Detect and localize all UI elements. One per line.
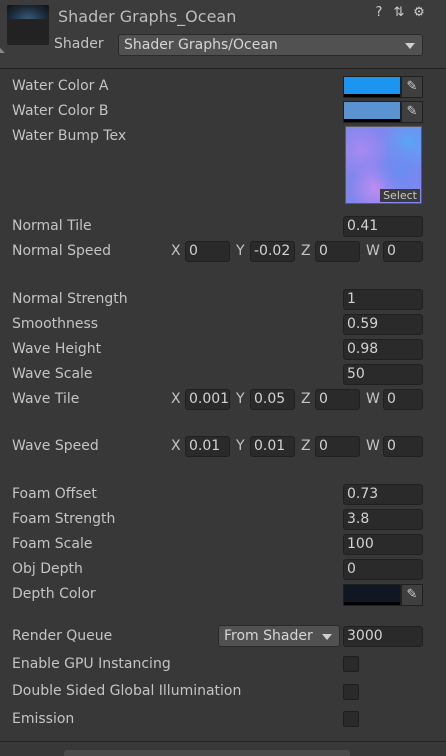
gpu-instancing-checkbox[interactable]: [343, 656, 359, 672]
foldout-arrow-icon[interactable]: [0, 48, 5, 53]
normal-tile-label: Normal Tile: [12, 218, 92, 234]
presets-icon[interactable]: ⇅: [392, 6, 406, 20]
normal-speed-label: Normal Speed: [12, 243, 111, 259]
wave-speed-w-field[interactable]: 0: [383, 436, 423, 457]
eyedropper-icon[interactable]: ✎: [401, 584, 423, 606]
shader-dropdown-value: Shader Graphs/Ocean: [124, 37, 278, 53]
water-color-a-label: Water Color A: [12, 78, 109, 94]
wave-tile-z-field[interactable]: 0: [315, 389, 360, 410]
wave-scale-field[interactable]: 50: [343, 364, 423, 385]
foam-scale-label: Foam Scale: [12, 536, 93, 552]
render-queue-mode: From Shader: [224, 628, 313, 644]
wave-tile-y-field[interactable]: 0.05: [250, 389, 295, 410]
emission-label: Emission: [12, 711, 75, 727]
obj-depth-field[interactable]: 0: [343, 559, 423, 580]
render-queue-dropdown[interactable]: From Shader: [218, 625, 340, 647]
bottom-divider: [0, 741, 446, 742]
wave-speed-y-field[interactable]: 0.01: [250, 436, 295, 457]
foam-scale-field[interactable]: 100: [343, 534, 423, 555]
texture-select-button[interactable]: Select: [380, 189, 420, 202]
x-axis-label: X: [171, 391, 181, 407]
x-axis-label: X: [171, 438, 181, 454]
smoothness-label: Smoothness: [12, 316, 99, 332]
chevron-down-icon: [405, 43, 415, 49]
double-sided-gi-label: Double Sided Global Illumination: [12, 683, 242, 699]
material-preview-thumbnail[interactable]: [7, 5, 49, 45]
material-title: Shader Graphs_Ocean: [58, 7, 237, 26]
water-color-a-swatch[interactable]: [343, 76, 401, 98]
foam-offset-label: Foam Offset: [12, 486, 97, 502]
depth-color-label: Depth Color: [12, 586, 96, 602]
wave-speed-z-field[interactable]: 0: [315, 436, 360, 457]
bottom-panel-tab[interactable]: [64, 750, 350, 756]
wave-speed-label: Wave Speed: [12, 438, 99, 454]
water-color-b-label: Water Color B: [12, 103, 109, 119]
foam-offset-field[interactable]: 0.73: [343, 484, 423, 505]
normal-speed-w-field[interactable]: 0: [383, 241, 423, 262]
wave-tile-x-field[interactable]: 0.001: [185, 389, 230, 410]
shader-label: Shader: [54, 36, 104, 52]
z-axis-label: Z: [301, 391, 311, 407]
eyedropper-icon[interactable]: ✎: [401, 76, 423, 98]
shader-dropdown[interactable]: Shader Graphs/Ocean: [118, 34, 423, 56]
y-axis-label: Y: [236, 438, 245, 454]
normal-speed-y-field[interactable]: -0.02: [250, 241, 295, 262]
wave-tile-w-field[interactable]: 0: [383, 389, 423, 410]
w-axis-label: W: [366, 391, 380, 407]
water-bump-texture-slot[interactable]: Select: [345, 126, 422, 204]
gear-icon[interactable]: ⚙: [412, 6, 426, 20]
normal-speed-z-field[interactable]: 0: [315, 241, 360, 262]
z-axis-label: Z: [301, 438, 311, 454]
normal-tile-field[interactable]: 0.41: [343, 216, 423, 237]
foam-strength-label: Foam Strength: [12, 511, 116, 527]
depth-color-swatch[interactable]: [343, 584, 401, 606]
water-color-b-swatch[interactable]: [343, 101, 401, 123]
normal-strength-field[interactable]: 1: [343, 289, 423, 310]
chevron-down-icon: [322, 634, 332, 640]
emission-checkbox[interactable]: [343, 711, 359, 727]
eyedropper-icon[interactable]: ✎: [401, 101, 423, 123]
normal-speed-x-field[interactable]: 0: [185, 241, 230, 262]
double-sided-gi-checkbox[interactable]: [343, 684, 359, 700]
gpu-instancing-label: Enable GPU Instancing: [12, 656, 171, 672]
x-axis-label: X: [171, 243, 181, 259]
header-divider: [0, 68, 446, 69]
y-axis-label: Y: [236, 243, 245, 259]
wave-tile-label: Wave Tile: [12, 391, 80, 407]
y-axis-label: Y: [236, 391, 245, 407]
wave-height-field[interactable]: 0.98: [343, 339, 423, 360]
obj-depth-label: Obj Depth: [12, 561, 83, 577]
water-bump-tex-label: Water Bump Tex: [12, 128, 127, 144]
w-axis-label: W: [366, 438, 380, 454]
w-axis-label: W: [366, 243, 380, 259]
wave-height-label: Wave Height: [12, 341, 102, 357]
help-icon[interactable]: ?: [372, 6, 386, 20]
wave-scale-label: Wave Scale: [12, 366, 93, 382]
render-queue-field[interactable]: 3000: [343, 626, 423, 647]
smoothness-field[interactable]: 0.59: [343, 314, 423, 335]
wave-speed-x-field[interactable]: 0.01: [185, 436, 230, 457]
z-axis-label: Z: [301, 243, 311, 259]
normal-strength-label: Normal Strength: [12, 291, 128, 307]
foam-strength-field[interactable]: 3.8: [343, 509, 423, 530]
render-queue-label: Render Queue: [12, 628, 113, 644]
